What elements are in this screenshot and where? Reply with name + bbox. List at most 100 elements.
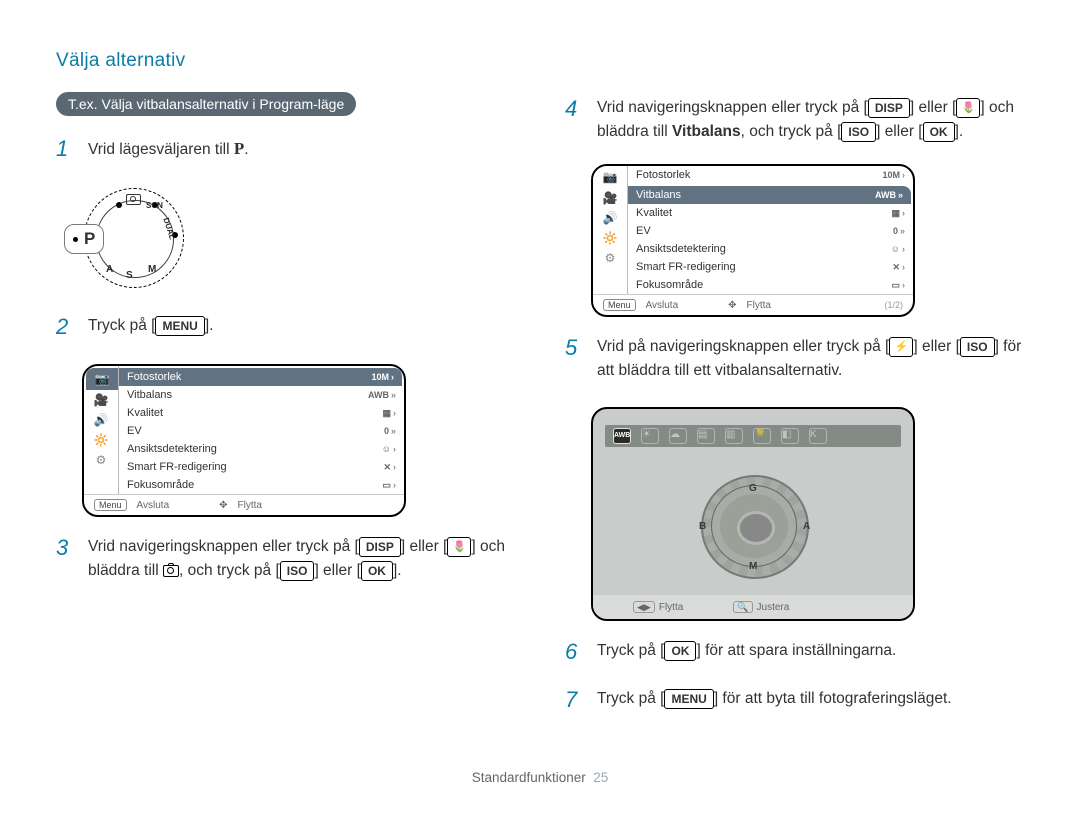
- lcd-row-value: 0 »: [384, 426, 396, 436]
- chevron-icon: ›: [393, 480, 396, 490]
- section-badge: T.ex. Välja vitbalansalternativ i Progra…: [56, 92, 356, 116]
- chevron-icon: ›: [393, 408, 396, 418]
- chevron-icon: »: [900, 226, 905, 236]
- wb-option-custom: ◧: [781, 428, 799, 444]
- mode-letter: P: [234, 139, 244, 158]
- display-icon: 🔆: [603, 231, 618, 245]
- wb-option-daylight: ☀: [641, 428, 659, 444]
- lcd-row-label: EV: [636, 225, 651, 237]
- sound-icon: 🔊: [603, 211, 618, 225]
- footer-page-number: 25: [593, 770, 608, 785]
- step-2: 2 Tryck på [MENU].: [56, 310, 515, 344]
- step-text: Vrid navigeringsknappen eller tryck på [: [597, 99, 868, 116]
- lcd-row-value: 10M ›: [882, 170, 905, 180]
- lcd-row: Fotostorlek10M ›: [628, 166, 913, 184]
- dial-label-m: M: [148, 264, 156, 275]
- lcd-row-value: ▭ ›: [891, 280, 905, 291]
- lcd-footer: Menu Avsluta ✥ Flytta: [84, 494, 404, 515]
- footer-exit: Avsluta: [646, 300, 679, 311]
- step-text: Vrid lägesväljaren till: [88, 141, 234, 158]
- menu-button-label: MENU: [155, 316, 204, 336]
- page-footer: Standardfunktioner 25: [56, 770, 1024, 785]
- step-text: Tryck på [: [597, 690, 664, 707]
- flash-icon: ⚡: [889, 337, 913, 357]
- lcd-row-label: Vitbalans: [127, 389, 172, 401]
- zoom-icon: 🔍: [733, 601, 752, 613]
- wb-option-tungsten: 💡: [753, 428, 771, 444]
- lcd-row: Kvalitet▦ ›: [119, 404, 404, 422]
- mode-dial: SCN DUAL A S M P: [64, 188, 194, 296]
- lcd-row: Fokusområde▭ ›: [119, 476, 404, 494]
- lcd-row-value: ▭ ›: [382, 480, 396, 491]
- left-column: T.ex. Välja vitbalansalternativ i Progra…: [56, 92, 515, 754]
- sound-icon: 🔊: [94, 413, 109, 427]
- footer-move: Flytta: [238, 500, 262, 511]
- lcd-tab-video: 🎥: [84, 390, 118, 410]
- dial-label-cam: [126, 194, 141, 208]
- ok-button-label: OK: [923, 122, 955, 142]
- lcd-row-value: AWB »: [368, 390, 396, 400]
- step-text: ] eller [: [314, 562, 361, 579]
- wb-option-strip: AWB ☀ ☁ ▤ ▥ 💡 ◧ K: [605, 425, 901, 447]
- step-number: 6: [565, 635, 587, 669]
- lcd-row-label: Smart FR-redigering: [127, 461, 227, 473]
- lcd-tab-sound: 🔊: [593, 208, 627, 228]
- step-text: ] eller [: [913, 338, 960, 355]
- wb-option-awb: AWB: [613, 428, 631, 444]
- bold-term: Vitbalans: [672, 123, 741, 140]
- step-3: 3 Vrid navigeringsknappen eller tryck på…: [56, 531, 515, 583]
- lcd-row-label: EV: [127, 425, 142, 437]
- macro-icon: 🌷: [447, 537, 471, 557]
- step-number: 4: [565, 92, 587, 144]
- footer-exit: Avsluta: [137, 500, 170, 511]
- ok-button-label: OK: [664, 641, 696, 661]
- step-6: 6 Tryck på [OK] för att spara inställnin…: [565, 635, 1024, 669]
- wb-bottom-letter: M: [749, 561, 757, 572]
- dial-label-a: A: [106, 264, 113, 275]
- nav-icon: ✥: [219, 500, 227, 511]
- lcd-row-label: Smart FR-redigering: [636, 261, 736, 273]
- step-text: ] eller [: [910, 99, 957, 116]
- iso-button-label: ISO: [280, 561, 315, 581]
- chevron-icon: ›: [902, 262, 905, 272]
- chevron-icon: »: [898, 190, 903, 200]
- step-text: , och tryck på [: [179, 562, 280, 579]
- wb-screen: AWB ☀ ☁ ▤ ▥ 💡 ◧ K G A M B: [591, 407, 915, 621]
- lcd-row-value: AWB »: [875, 190, 903, 200]
- step-number: 1: [56, 132, 78, 166]
- step-text: Vrid på navigeringsknappen eller tryck p…: [597, 338, 889, 355]
- macro-icon: 🌷: [956, 98, 980, 118]
- iso-button-label: ISO: [841, 122, 876, 142]
- wb-left-letter: B: [699, 521, 706, 532]
- lcd-left-tabs: 📷 🎥 🔊 🔆 ⚙: [84, 366, 119, 494]
- lcd-row-value: ☺ ›: [891, 244, 905, 254]
- step-text: ].: [393, 562, 402, 579]
- lcd-row: Ansiktsdetektering☺ ›: [119, 440, 404, 458]
- lcd-row: Smart FR-redigering ✕ ›: [119, 458, 404, 476]
- step-text: ] för att byta till fotograferingsläget.: [714, 690, 952, 707]
- step-number: 3: [56, 531, 78, 583]
- chevron-icon: ›: [393, 444, 396, 454]
- lcd-row-label: Fotostorlek: [127, 371, 181, 383]
- lcd-row-value: ✕ ›: [383, 462, 396, 473]
- lcd-tab-camera: 📷: [86, 368, 118, 390]
- footer-page: (1/2): [884, 300, 903, 310]
- nav-icon: ✥: [728, 300, 736, 311]
- lcd-tab-video: 🎥: [593, 188, 627, 208]
- wb-option-fluor-h: ▤: [697, 428, 715, 444]
- wb-option-cloudy: ☁: [669, 428, 687, 444]
- camera-icon: [163, 565, 179, 577]
- dial-label-s: S: [126, 270, 133, 281]
- ok-button-label: OK: [361, 561, 393, 581]
- disp-button-label: DISP: [359, 537, 401, 557]
- video-icon: 🎥: [94, 393, 109, 407]
- menu-pill: Menu: [603, 299, 636, 311]
- lcd-tab-camera: 📷: [593, 166, 627, 188]
- lcd-tab-settings: ⚙: [593, 248, 627, 268]
- step-number: 2: [56, 310, 78, 344]
- lcd-row: EV0 »: [628, 222, 913, 240]
- lcd-row-value: 10M ›: [371, 372, 394, 382]
- wb-option-fluor-l: ▥: [725, 428, 743, 444]
- chevron-icon: ›: [393, 462, 396, 472]
- lcd-row: Smart FR-redigering✕ ›: [628, 258, 913, 276]
